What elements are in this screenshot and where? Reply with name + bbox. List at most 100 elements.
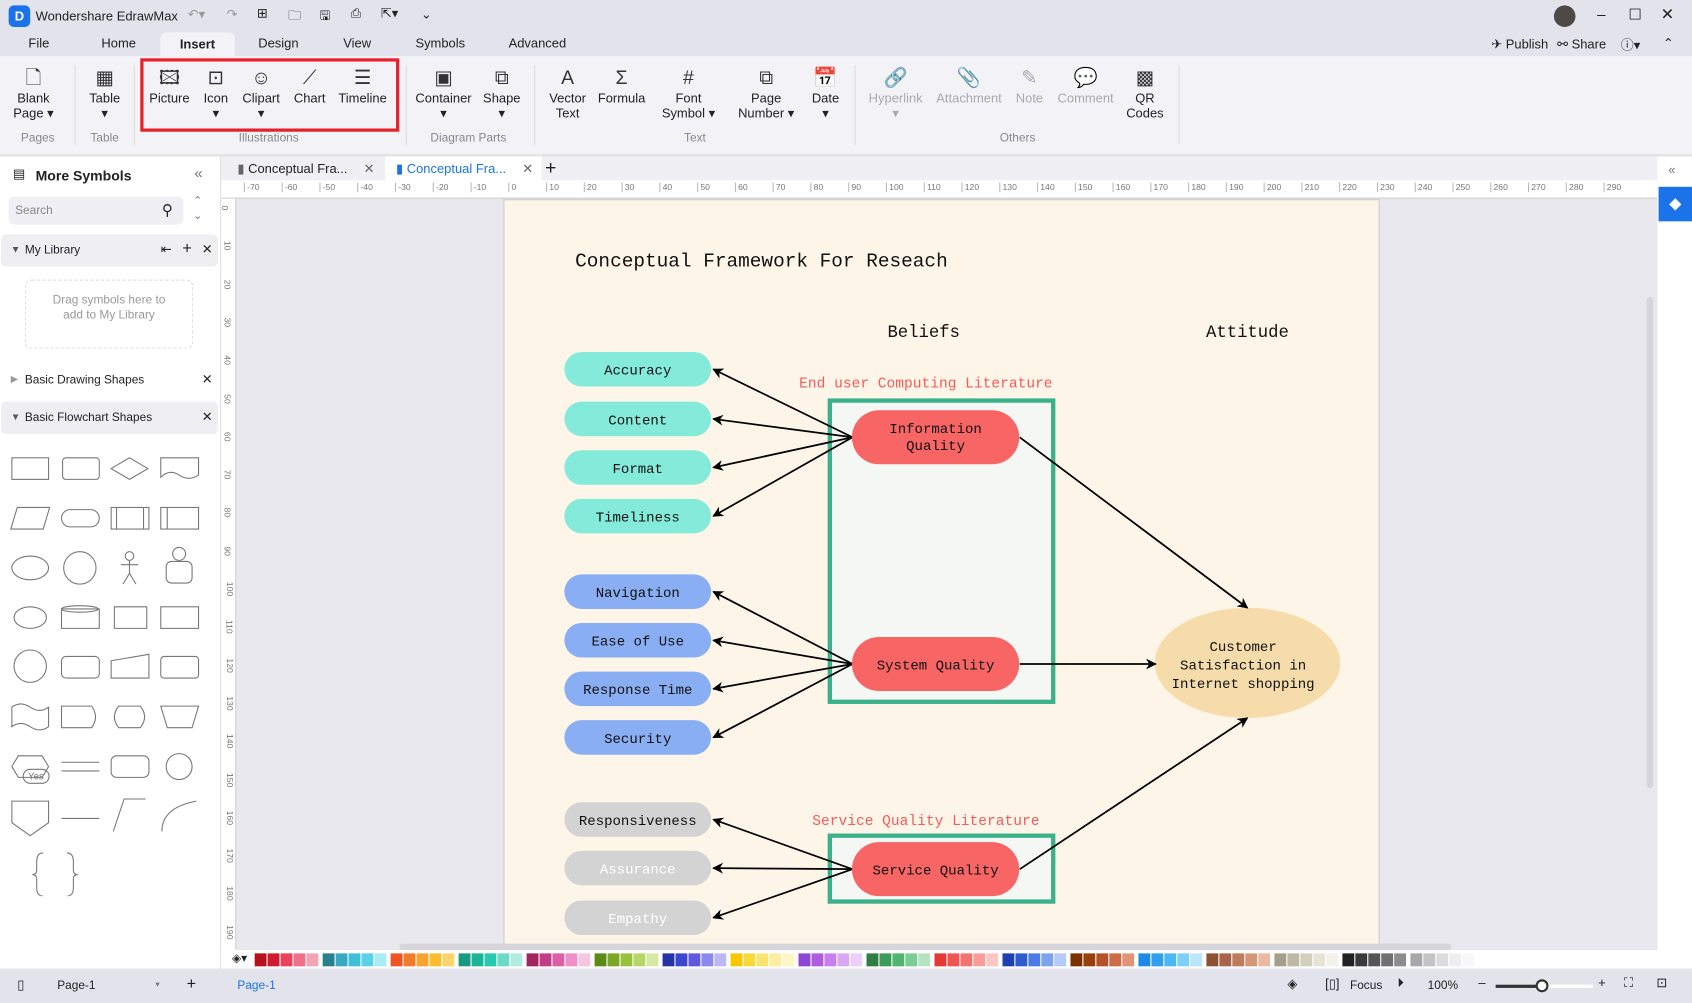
color-swatch[interactable] bbox=[1287, 953, 1300, 967]
color-swatch[interactable] bbox=[390, 953, 403, 967]
vector-button[interactable]: A Vector Text bbox=[549, 65, 586, 121]
color-swatch[interactable] bbox=[633, 953, 646, 967]
color-swatch[interactable] bbox=[1083, 953, 1096, 967]
import-icon[interactable]: ⇤ bbox=[161, 242, 172, 257]
color-swatch[interactable] bbox=[1410, 953, 1423, 967]
tab-symbols[interactable]: Symbols bbox=[415, 36, 465, 51]
color-swatch[interactable] bbox=[798, 953, 811, 967]
color-swatch[interactable] bbox=[646, 953, 659, 967]
collapse-sidebar-icon[interactable]: « bbox=[194, 164, 202, 181]
color-swatch[interactable] bbox=[510, 953, 523, 967]
redo-icon[interactable]: ↷ bbox=[227, 6, 238, 21]
avatar[interactable] bbox=[1553, 5, 1576, 27]
color-swatch[interactable] bbox=[403, 953, 416, 967]
blank-button[interactable]: 🗋 Blank Page ▾ bbox=[13, 65, 53, 121]
color-swatch[interactable] bbox=[442, 953, 455, 967]
page-tab[interactable]: Page-1 bbox=[237, 979, 275, 992]
tab-file[interactable]: File bbox=[28, 36, 49, 51]
qr-button[interactable]: ▩ QR Codes bbox=[1126, 65, 1163, 121]
color-swatch[interactable] bbox=[730, 953, 743, 967]
color-swatch[interactable] bbox=[1449, 953, 1462, 967]
icon-button[interactable]: ⊡ Icon ▾ bbox=[204, 65, 228, 121]
color-swatch[interactable] bbox=[1109, 953, 1122, 967]
color-swatch[interactable] bbox=[607, 953, 620, 967]
color-swatch[interactable] bbox=[1258, 953, 1271, 967]
color-swatch[interactable] bbox=[1355, 953, 1368, 967]
color-swatch[interactable] bbox=[578, 953, 591, 967]
tab-home[interactable]: Home bbox=[101, 36, 136, 51]
color-swatch[interactable] bbox=[1313, 953, 1326, 967]
color-swatch[interactable] bbox=[1096, 953, 1109, 967]
my-library-header[interactable]: ▼ My Library ⇤ + ✕ bbox=[1, 234, 218, 267]
color-swatch[interactable] bbox=[662, 953, 675, 967]
search-icon[interactable]: ⚲ bbox=[162, 201, 173, 219]
color-swatch[interactable] bbox=[688, 953, 701, 967]
color-swatch[interactable] bbox=[1300, 953, 1313, 967]
customize-icon[interactable]: ⌄ bbox=[421, 6, 432, 21]
maximize-icon[interactable]: ☐ bbox=[1628, 5, 1642, 23]
note-button[interactable]: ✎ Note bbox=[1016, 65, 1043, 106]
fill-icon[interactable]: ◈▾ bbox=[232, 952, 247, 965]
color-swatch[interactable] bbox=[850, 953, 863, 967]
color-swatch[interactable] bbox=[879, 953, 892, 967]
color-swatch[interactable] bbox=[918, 953, 931, 967]
color-swatch[interactable] bbox=[1219, 953, 1232, 967]
section-basic-flowchart-shapes[interactable]: ▼ Basic Flowchart Shapes ✕ bbox=[1, 401, 218, 435]
attachment-button[interactable]: 📎 Attachment bbox=[936, 65, 1002, 106]
color-swatch[interactable] bbox=[1206, 953, 1219, 967]
page-panel-icon[interactable]: ▯ bbox=[17, 977, 24, 992]
color-swatch[interactable] bbox=[769, 953, 782, 967]
color-swatch[interactable] bbox=[471, 953, 484, 967]
clipart-button[interactable]: ☺ Clipart ▾ bbox=[242, 65, 279, 121]
color-swatch[interactable] bbox=[484, 953, 497, 967]
color-swatch[interactable] bbox=[416, 953, 429, 967]
color-swatch[interactable] bbox=[824, 953, 837, 967]
fullscreen-icon[interactable]: ⊡ bbox=[1656, 975, 1667, 990]
publish-button[interactable]: ✈ Publish bbox=[1491, 37, 1548, 52]
open-icon[interactable]: 🗀 bbox=[288, 5, 301, 28]
zoom-level[interactable]: 100% bbox=[1428, 979, 1458, 992]
search-input[interactable]: Search ⚲ bbox=[8, 196, 184, 225]
fit-page-icon[interactable]: ⛶ bbox=[1624, 975, 1633, 991]
color-swatch[interactable] bbox=[714, 953, 727, 967]
color-swatch[interactable] bbox=[1394, 953, 1407, 967]
close-icon[interactable]: ✕ bbox=[1661, 4, 1675, 23]
add-icon[interactable]: + bbox=[182, 240, 191, 258]
container-button[interactable]: ▣ Container ▾ bbox=[415, 65, 471, 121]
add-page-icon[interactable]: + bbox=[187, 975, 196, 993]
undo-icon[interactable]: ↶▾ bbox=[188, 6, 205, 21]
play-icon[interactable]: ⏵ bbox=[1397, 975, 1403, 991]
hyperlink-button[interactable]: 🔗 Hyperlink ▾ bbox=[869, 65, 923, 121]
comment-button[interactable]: 💬 Comment bbox=[1058, 65, 1114, 106]
color-swatch[interactable] bbox=[756, 953, 769, 967]
color-swatch[interactable] bbox=[1151, 953, 1164, 967]
flowchart-shapes-grid[interactable] bbox=[0, 443, 221, 897]
vertical-scrollbar[interactable] bbox=[1646, 296, 1654, 789]
color-swatch[interactable] bbox=[361, 953, 374, 967]
close-icon[interactable]: ✕ bbox=[202, 242, 213, 257]
color-swatch[interactable] bbox=[1015, 953, 1028, 967]
color-swatch[interactable] bbox=[526, 953, 539, 967]
close-icon[interactable]: ✕ bbox=[202, 371, 213, 386]
font-button[interactable]: # Font Symbol ▾ bbox=[662, 65, 715, 121]
more-symbols-title[interactable]: More Symbols bbox=[36, 167, 132, 183]
color-swatch[interactable] bbox=[1436, 953, 1449, 967]
color-swatch[interactable] bbox=[254, 953, 267, 967]
color-swatch[interactable] bbox=[458, 953, 471, 967]
zoom-in-icon[interactable]: + bbox=[1598, 975, 1606, 990]
color-swatch[interactable] bbox=[348, 953, 361, 967]
save-icon[interactable]: 🖫 bbox=[319, 5, 330, 28]
color-swatch[interactable] bbox=[811, 953, 824, 967]
color-swatch[interactable] bbox=[1232, 953, 1245, 967]
color-swatch[interactable] bbox=[429, 953, 442, 967]
zoom-out-icon[interactable]: – bbox=[1478, 975, 1485, 990]
formula-button[interactable]: Σ Formula bbox=[598, 65, 645, 106]
section-basic-drawing-shapes[interactable]: ▶ Basic Drawing Shapes ✕ bbox=[1, 364, 218, 396]
color-swatch[interactable] bbox=[322, 953, 335, 967]
color-swatch[interactable] bbox=[552, 953, 565, 967]
focus-label[interactable]: Focus bbox=[1350, 979, 1382, 992]
color-swatch[interactable] bbox=[960, 953, 973, 967]
color-swatch[interactable] bbox=[267, 953, 280, 967]
layers-icon[interactable]: ◈ bbox=[1287, 976, 1297, 991]
help-icon[interactable]: ⓘ▾ bbox=[1621, 36, 1640, 54]
